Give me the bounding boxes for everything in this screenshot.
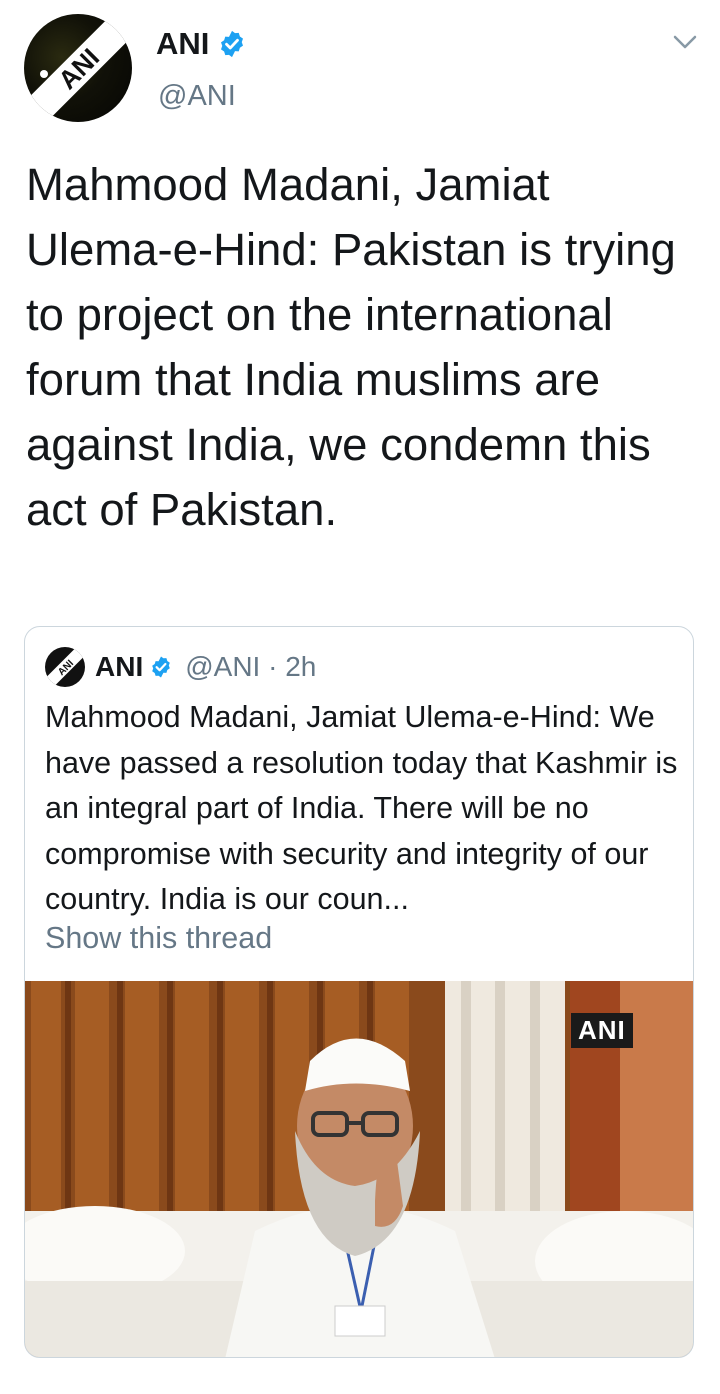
quoted-avatar: ANI bbox=[45, 647, 85, 687]
quoted-handle-time: @ANI · 2h bbox=[185, 651, 317, 682]
image-watermark: ANI bbox=[571, 1013, 633, 1048]
author-handle: @ANI bbox=[158, 80, 236, 112]
verified-badge-icon bbox=[152, 656, 171, 678]
ani-logo: ANI bbox=[24, 14, 132, 122]
quoted-tweet-card[interactable]: ANI ANI @ANI · 2h Mahmood Madani, Jamiat… bbox=[24, 626, 694, 1358]
quoted-tweet-header: ANI ANI @ANI · 2h bbox=[45, 647, 316, 687]
show-thread-link[interactable]: Show this thread bbox=[45, 921, 272, 956]
author-name-row[interactable]: ANI bbox=[156, 26, 247, 62]
tweet-text: Mahmood Madani, Jamiat Ulema-e-Hind: Pak… bbox=[26, 159, 676, 535]
quoted-author-name: ANI bbox=[95, 651, 144, 682]
verified-badge-icon bbox=[221, 30, 244, 58]
chevron-down-icon[interactable] bbox=[672, 32, 698, 52]
quoted-tweet-text: Mahmood Madani, Jamiat Ulema-e-Hind: We … bbox=[45, 700, 678, 916]
author-name: ANI bbox=[156, 26, 210, 61]
quoted-tweet-image[interactable]: ANI bbox=[25, 981, 693, 1357]
avatar[interactable]: ANI bbox=[24, 14, 132, 122]
ani-logo-small: ANI bbox=[45, 647, 85, 687]
